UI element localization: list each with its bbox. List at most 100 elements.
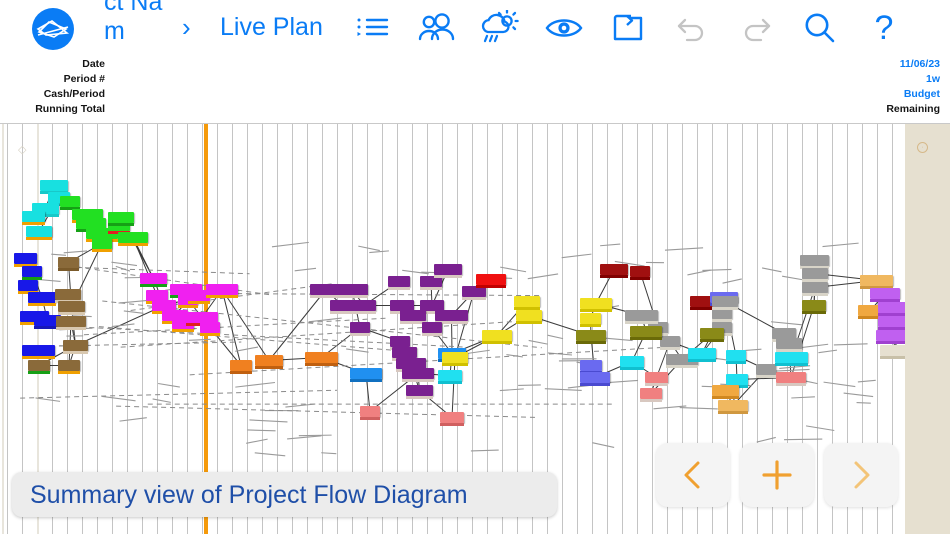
diagram-node[interactable]	[18, 280, 38, 294]
diagram-node[interactable]	[712, 385, 739, 399]
breadcrumb-live-plan[interactable]: Live Plan	[220, 12, 323, 42]
diagram-node[interactable]	[40, 180, 68, 194]
diagram-node[interactable]	[442, 352, 468, 366]
diagram-node[interactable]	[580, 372, 610, 386]
diagram-node[interactable]	[92, 238, 112, 252]
diagram-node[interactable]	[726, 374, 748, 388]
diagram-node[interactable]	[776, 372, 806, 386]
share-button[interactable]	[596, 0, 660, 56]
diagram-node[interactable]	[576, 330, 606, 344]
diagram-node[interactable]	[800, 255, 829, 269]
diagram-node[interactable]	[860, 275, 893, 289]
diagram-edge	[856, 402, 871, 404]
diagram-node[interactable]	[802, 300, 826, 314]
diagram-node[interactable]	[645, 372, 668, 386]
diagram-node[interactable]	[350, 368, 382, 382]
diagram-node[interactable]	[514, 296, 540, 310]
diagram-node[interactable]	[390, 336, 410, 350]
right-side-panel[interactable]: ·	[905, 124, 950, 534]
diagram-node[interactable]	[516, 310, 542, 324]
undo-button[interactable]	[660, 0, 724, 56]
diagram-node[interactable]	[108, 212, 134, 226]
diagram-edge	[743, 348, 762, 352]
node-progress-bar	[580, 324, 601, 327]
diagram-node[interactable]	[620, 356, 644, 370]
diagram-node[interactable]	[688, 348, 716, 362]
diagram-node[interactable]	[55, 289, 81, 303]
diagram-node[interactable]	[200, 322, 220, 336]
diagram-node[interactable]	[712, 296, 738, 310]
diagram-node[interactable]	[118, 232, 148, 246]
diagram-node[interactable]	[26, 226, 52, 240]
diagram-node[interactable]	[660, 336, 680, 350]
diagram-node[interactable]	[336, 284, 368, 298]
diagram-node[interactable]	[434, 264, 462, 278]
diagram-node[interactable]	[580, 360, 602, 374]
diagram-node[interactable]	[580, 313, 601, 327]
diagram-node[interactable]	[230, 360, 252, 374]
diagram-node[interactable]	[640, 388, 662, 402]
diagram-node[interactable]	[400, 310, 426, 324]
diagram-node[interactable]	[352, 300, 376, 314]
diagram-node[interactable]	[392, 347, 417, 361]
diagram-node[interactable]	[878, 316, 908, 330]
diagram-node[interactable]	[28, 360, 50, 374]
diagram-node[interactable]	[440, 412, 464, 426]
diagram-node[interactable]	[350, 322, 370, 336]
diagram-node[interactable]	[305, 352, 338, 366]
redo-button[interactable]	[724, 0, 788, 56]
diagram-node[interactable]	[58, 360, 80, 374]
diagram-node[interactable]	[438, 370, 462, 384]
diagram-node[interactable]	[802, 282, 828, 296]
diagram-node[interactable]	[580, 298, 612, 312]
diagram-node[interactable]	[330, 300, 354, 314]
help-button[interactable]: ?	[852, 0, 916, 56]
app-logo[interactable]	[32, 8, 76, 50]
diagram-node[interactable]	[435, 310, 468, 324]
diagram-node[interactable]	[775, 352, 808, 366]
diagram-node[interactable]	[22, 266, 42, 280]
diagram-node[interactable]	[406, 385, 433, 399]
diagram-node[interactable]	[58, 301, 85, 315]
weather-button[interactable]	[468, 0, 532, 56]
diagram-node[interactable]	[726, 350, 746, 364]
diagram-node[interactable]	[60, 196, 80, 210]
diagram-node[interactable]	[22, 211, 45, 225]
diagram-node[interactable]	[870, 288, 900, 302]
diagram-node[interactable]	[388, 276, 410, 290]
diagram-node[interactable]	[56, 316, 86, 330]
diagram-node[interactable]	[700, 328, 724, 342]
diagram-node[interactable]	[756, 364, 776, 378]
team-button[interactable]	[404, 0, 468, 56]
diagram-node[interactable]	[600, 264, 628, 278]
diagram-node[interactable]	[482, 330, 512, 344]
diagram-edge	[83, 317, 387, 336]
diagram-node[interactable]	[878, 302, 908, 316]
diagram-node[interactable]	[476, 274, 506, 288]
previous-button[interactable]	[656, 443, 730, 507]
diagram-node[interactable]	[630, 266, 650, 280]
diagram-node[interactable]	[206, 284, 238, 298]
diagram-node[interactable]	[360, 406, 380, 420]
diagram-node[interactable]	[802, 268, 828, 282]
next-button[interactable]	[824, 443, 898, 507]
add-button[interactable]	[740, 443, 814, 507]
diagram-node[interactable]	[776, 338, 802, 352]
diagram-node[interactable]	[876, 330, 906, 344]
diagram-node[interactable]	[63, 340, 88, 354]
search-button[interactable]	[788, 0, 852, 56]
diagram-node[interactable]	[402, 368, 434, 382]
list-view-button[interactable]	[340, 0, 404, 56]
diagram-node[interactable]	[58, 257, 79, 271]
diagram-node[interactable]	[630, 326, 662, 340]
diagram-node[interactable]	[422, 322, 442, 336]
diagram-node[interactable]	[22, 345, 55, 359]
visibility-button[interactable]	[532, 0, 596, 56]
diagram-node[interactable]	[14, 253, 37, 267]
breadcrumb-project-name[interactable]: ct Nam	[104, 0, 166, 46]
diagram-node[interactable]	[28, 292, 56, 306]
diagram-node[interactable]	[140, 273, 167, 287]
diagram-node[interactable]	[255, 355, 283, 369]
diagram-node[interactable]	[625, 310, 658, 324]
diagram-node[interactable]	[718, 400, 748, 414]
